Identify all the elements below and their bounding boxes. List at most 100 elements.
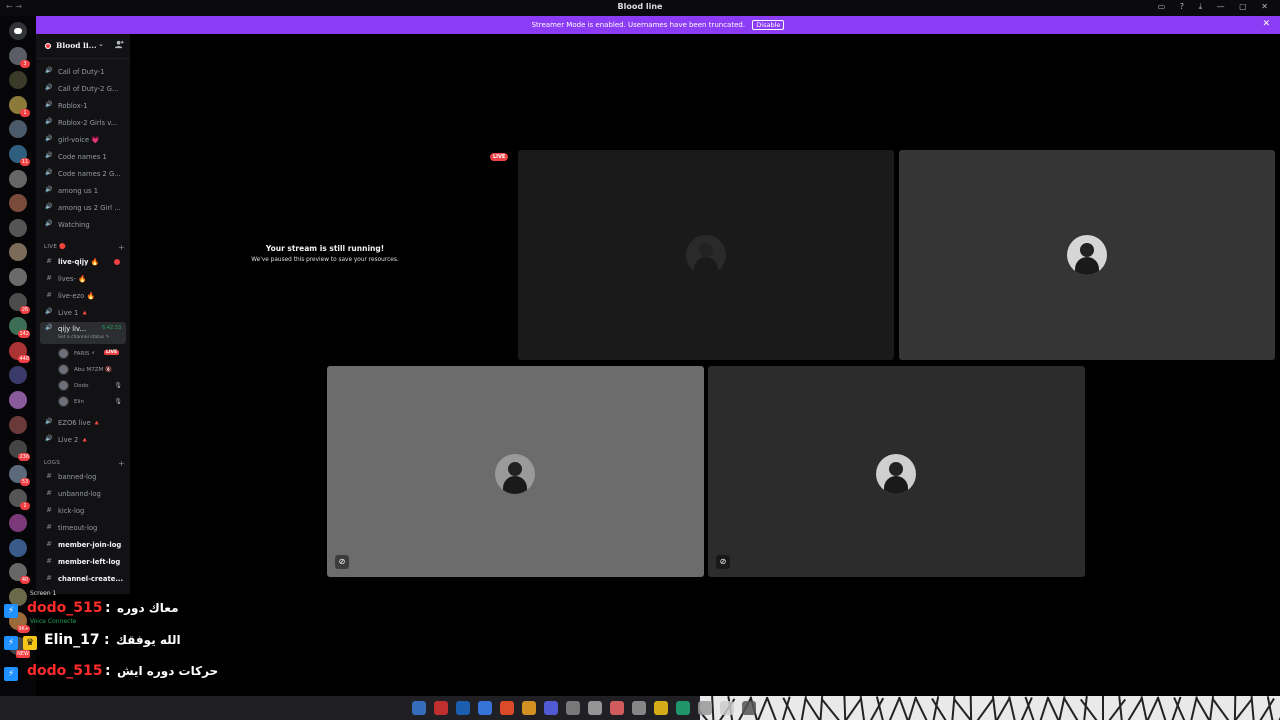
channel-item[interactable]: # channel-create...: [40, 572, 126, 586]
category-label: LOGS: [44, 460, 61, 466]
chat-message: ⚡ ♛ Elin_17 : الله يوفقك: [4, 632, 344, 656]
taskbar-app-icon[interactable]: [610, 701, 624, 715]
channel-sidebar: Blood li... ⌄ 🔊 Call of Duty-1 🔊 Call of Du…: [36, 34, 130, 594]
channel-label: channel-create...: [58, 575, 124, 583]
server-icon[interactable]: 1: [9, 489, 30, 511]
channel-item[interactable]: 🔊 girl-voice 💗: [40, 133, 126, 147]
channel-item[interactable]: 🔊 Code names 1: [40, 150, 126, 164]
channel-item[interactable]: # live-ezo 🔥: [40, 289, 126, 303]
channel-item[interactable]: 🔊 Call of Duty-2 G...: [40, 82, 126, 96]
speaker-icon: 🔊: [45, 101, 53, 108]
channel-item[interactable]: 🔊 among us 2 Girl ...: [40, 201, 126, 215]
speaker-icon: 🔊: [45, 308, 53, 315]
channel-item[interactable]: # banned-log: [40, 470, 126, 484]
server-icon[interactable]: 3: [9, 46, 30, 68]
server-icon[interactable]: 40: [9, 563, 30, 585]
server-icon[interactable]: 1: [9, 95, 30, 117]
channel-item[interactable]: 🔊 Code names 2 G...: [40, 167, 126, 181]
server-icon[interactable]: [9, 415, 27, 434]
participant-tile[interactable]: [518, 150, 894, 360]
channel-item[interactable]: # unbannd-log: [40, 487, 126, 501]
channel-item[interactable]: # live-qijy 🔥: [40, 255, 126, 269]
add-channel-icon[interactable]: +: [118, 243, 125, 252]
speaker-icon: 🔊: [45, 135, 53, 142]
participant-tile[interactable]: ⊘: [708, 366, 1085, 577]
server-icon[interactable]: [9, 514, 27, 532]
channel-item[interactable]: # lives- 🔥: [40, 272, 126, 286]
channel-item[interactable]: 🔊 Watching: [40, 218, 126, 232]
taskbar-app-icon[interactable]: [500, 701, 514, 715]
speaker-icon: 🔊: [45, 203, 53, 210]
broadcaster-badge-icon: ⚡: [4, 635, 18, 650]
server-icon[interactable]: 53: [9, 464, 30, 486]
taskbar-app-icon[interactable]: [522, 701, 536, 715]
channel-item[interactable]: # timeout-log: [40, 521, 126, 535]
participant-tile[interactable]: [899, 150, 1275, 360]
server-icon[interactable]: [9, 268, 27, 286]
taskbar-app-icon[interactable]: [742, 701, 756, 715]
channel-item[interactable]: 🔊 Live 1 🔺: [40, 306, 126, 320]
server-icon[interactable]: 142: [9, 317, 30, 339]
channel-item[interactable]: 🔊 EZO6 live 🔺: [40, 416, 126, 430]
discord-home-icon[interactable]: [9, 22, 27, 40]
taskbar-app-icon[interactable]: [456, 701, 470, 715]
voice-user[interactable]: Abu M7ZM 🔇: [58, 363, 124, 377]
voice-user[interactable]: FARIS ⚡ LIVE: [58, 347, 124, 361]
channel-item[interactable]: 🔊 Roblox-2 Girls v...: [40, 116, 126, 130]
window-controls[interactable]: ▭ ? ⤓ — ▢ ✕: [1158, 2, 1274, 12]
channel-item[interactable]: 🔊 Call of Duty-1: [40, 65, 126, 79]
close-icon[interactable]: ✕: [1262, 19, 1270, 29]
unread-badge: 3: [20, 59, 30, 68]
taskbar-app-icon[interactable]: [720, 701, 734, 715]
disable-button[interactable]: Disable: [752, 20, 785, 30]
taskbar-app-icon[interactable]: [434, 701, 448, 715]
server-icon[interactable]: 448: [9, 341, 30, 363]
server-icon[interactable]: [9, 243, 27, 262]
server-icon[interactable]: [9, 538, 27, 557]
taskbar-app-icon[interactable]: [544, 701, 558, 715]
screen-share-label[interactable]: Screen 1: [30, 590, 56, 597]
chat-text: حركات دوره ايش: [117, 664, 219, 678]
hash-icon: #: [46, 291, 52, 299]
channel-item[interactable]: # member-join-log: [40, 538, 126, 552]
channel-item[interactable]: # member-left-log: [40, 555, 126, 569]
taskbar-app-icon[interactable]: [478, 701, 492, 715]
taskbar-app-icon[interactable]: [412, 701, 426, 715]
channel-item[interactable]: 🔊 Live 2 🔺: [40, 433, 126, 447]
channel-item[interactable]: 🔊 Roblox-1: [40, 99, 126, 113]
server-icon[interactable]: [9, 366, 27, 385]
channel-item[interactable]: 🔊 among us 1: [40, 184, 126, 198]
server-icon[interactable]: [9, 391, 27, 409]
taskbar-app-icon[interactable]: [676, 701, 690, 715]
server-icon[interactable]: [9, 120, 27, 139]
category-logs[interactable]: LOGS +: [44, 459, 125, 468]
voice-user-name: Elin: [74, 399, 85, 405]
server-icon[interactable]: 236: [9, 440, 30, 462]
voice-channel-active[interactable]: 🔊 qijy liv... 6:42:33 Set a channel status …: [40, 322, 126, 344]
chevron-down-icon[interactable]: ⌄: [98, 40, 104, 48]
wallpaper-stroke: [1212, 698, 1234, 720]
server-icon[interactable]: [9, 194, 27, 213]
add-channel-icon[interactable]: +: [118, 459, 125, 468]
taskbar-app-icon[interactable]: [698, 701, 712, 715]
channel-status[interactable]: Set a channel status ✎: [58, 335, 109, 340]
taskbar-app-icon[interactable]: [588, 701, 602, 715]
server-icon[interactable]: 11: [9, 145, 30, 166]
participant-tile[interactable]: ⊘: [327, 366, 704, 577]
category-live[interactable]: LIVE 🔴 +: [44, 243, 125, 252]
wallpaper-stroke: [859, 696, 867, 720]
channel-item[interactable]: # kick-log: [40, 504, 126, 518]
server-icon[interactable]: [9, 218, 27, 237]
server-icon[interactable]: 26: [9, 292, 30, 314]
person-add-icon[interactable]: [115, 40, 124, 51]
server-header[interactable]: Blood li... ⌄: [36, 34, 130, 59]
taskbar-app-icon[interactable]: [632, 701, 646, 715]
server-icon[interactable]: [9, 169, 27, 188]
taskbar-app-icon[interactable]: [566, 701, 580, 715]
server-icon[interactable]: [9, 71, 27, 90]
taskbar-app-icon[interactable]: [654, 701, 668, 715]
speaker-icon: 🔊: [45, 152, 53, 159]
wallpaper-stroke: [969, 696, 973, 720]
voice-user[interactable]: Elin 🎙: [58, 395, 124, 409]
voice-user[interactable]: Dodo 🎙: [58, 379, 124, 393]
